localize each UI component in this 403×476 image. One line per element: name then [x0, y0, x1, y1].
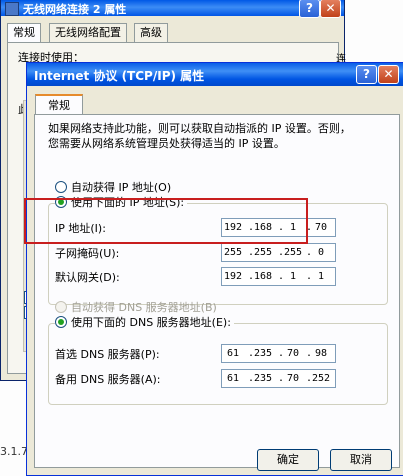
radio-circle-icon: [55, 301, 67, 313]
octet: 235: [253, 373, 273, 384]
dialog-title: Internet 协议 (TCP/IP) 属性: [34, 69, 205, 83]
octet: 252: [311, 373, 331, 384]
octet: 168: [253, 271, 273, 282]
tab-general[interactable]: 常规: [35, 94, 83, 115]
preferred-dns-label: 首选 DNS 服务器(P):: [55, 348, 160, 361]
default-gateway-label: 默认网关(D):: [55, 271, 120, 284]
octet: 70: [286, 348, 300, 359]
octet: 255: [283, 247, 303, 258]
octet: 61: [226, 373, 240, 384]
cancel-button[interactable]: 取消: [330, 449, 392, 471]
dialog-title-bar[interactable]: Internet 协议 (TCP/IP) 属性 ? ✕: [27, 63, 403, 86]
alternate-dns-label: 备用 DNS 服务器(A):: [55, 373, 161, 386]
network-connection-icon: [5, 2, 19, 16]
preferred-dns-field[interactable]: 61. 235. 70. 98: [221, 344, 336, 363]
alternate-dns-field[interactable]: 61. 235. 70. 252: [221, 369, 336, 388]
octet: 1: [289, 271, 297, 282]
background-close-button[interactable]: ✕: [320, 0, 341, 18]
background-title-bar[interactable]: 无线网络连接 2 属性 ? ✕: [1, 0, 344, 18]
subnet-mask-field[interactable]: 255. 255. 255. 0: [221, 243, 336, 262]
dialog-close-button[interactable]: ✕: [378, 65, 399, 84]
general-panel: 如果网络支持此功能，则可以获取自动指派的 IP 设置。否则， 您需要从网络系统管…: [34, 114, 400, 468]
manual-dns-label: 使用下面的 DNS 服务器地址(E):: [71, 316, 231, 329]
tab-advanced[interactable]: 高级: [134, 23, 168, 42]
radio-selected-icon: [55, 316, 67, 328]
octet: 235: [253, 348, 273, 359]
auto-ip-radio[interactable]: 自动获得 IP 地址(O): [55, 181, 171, 195]
description-text: 如果网络支持此功能，则可以获取自动指派的 IP 设置。否则， 您需要从网络系统管…: [48, 121, 378, 151]
manual-dns-group: [48, 323, 388, 405]
tab-wireless-config[interactable]: 无线网络配置: [49, 23, 127, 42]
octet: 255: [253, 247, 273, 258]
octet: 255: [223, 247, 243, 258]
background-window-title: 无线网络连接 2 属性: [23, 3, 127, 16]
radio-circle-icon: [55, 181, 67, 193]
octet: 0: [317, 247, 325, 258]
description-line-2: 您需要从网络系统管理员处获得适当的 IP 设置。: [48, 137, 285, 150]
dialog-help-button[interactable]: ?: [356, 65, 377, 84]
ok-button[interactable]: 确定: [257, 449, 319, 471]
octet: 70: [314, 222, 328, 233]
octet: 192: [223, 271, 243, 282]
octet: 70: [286, 373, 300, 384]
tcpip-properties-dialog: Internet 协议 (TCP/IP) 属性 ? ✕ 常规 如果网络支持此功能…: [26, 62, 403, 476]
auto-dns-label: 自动获得 DNS 服务器地址(B): [71, 301, 217, 314]
highlight-annotation: [24, 198, 308, 244]
subnet-mask-label: 子网掩码(U):: [55, 247, 120, 260]
octet: 98: [314, 348, 328, 359]
octet: 61: [226, 348, 240, 359]
octet: 1: [317, 271, 325, 282]
default-gateway-field[interactable]: 192. 168. 1. 1: [221, 267, 336, 286]
tab-general-background[interactable]: 常规: [7, 23, 41, 43]
background-help-button[interactable]: ?: [299, 0, 320, 18]
auto-dns-radio[interactable]: 自动获得 DNS 服务器地址(B): [55, 301, 217, 315]
auto-ip-label: 自动获得 IP 地址(O): [71, 181, 172, 194]
description-line-1: 如果网络支持此功能，则可以获取自动指派的 IP 设置。否则，: [48, 122, 351, 135]
status-fragment: 3.1.7: [0, 445, 28, 458]
manual-dns-radio[interactable]: 使用下面的 DNS 服务器地址(E):: [55, 316, 234, 330]
